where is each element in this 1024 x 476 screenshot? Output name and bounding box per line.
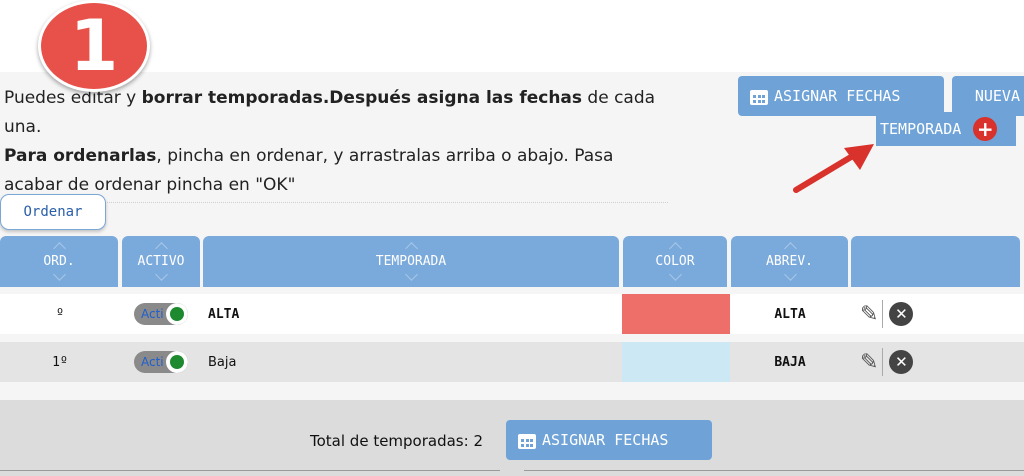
calendar-icon	[518, 431, 536, 449]
toggle-knob	[166, 303, 188, 325]
close-circle-icon[interactable]: ✕	[889, 350, 914, 374]
new-season-button-bottom[interactable]: TEMPORADA +	[876, 112, 1016, 146]
active-toggle-label: Acti	[141, 307, 164, 321]
red-arrow-annotation	[793, 144, 874, 193]
header-temporada[interactable]: TEMPORADA	[203, 236, 619, 287]
row-abrev: BAJA	[774, 354, 806, 370]
active-toggle-label: Acti	[141, 355, 164, 369]
plus-circle-icon: +	[973, 117, 998, 141]
row-activo: Acti	[120, 342, 202, 382]
active-toggle[interactable]: Acti	[134, 303, 188, 325]
assign-dates-label-bottom: ASIGNAR FECHAS	[542, 431, 669, 449]
footer-divider-right	[524, 470, 1024, 471]
row-temporada: Baja	[208, 354, 237, 370]
header-color[interactable]: COLOR	[623, 236, 727, 287]
intro-bold2: Para ordenarlas	[4, 146, 157, 166]
row-ord: º	[56, 306, 64, 322]
row-activo: Acti	[120, 294, 202, 334]
assign-dates-button-bottom[interactable]: ASIGNAR FECHAS	[506, 420, 712, 460]
row-ord: 1º	[52, 354, 68, 370]
new-season-label-2: TEMPORADA	[880, 120, 962, 138]
intro-text: Puedes editar y borrar temporadas.Despué…	[4, 84, 668, 203]
intro-bold1: borrar temporadas.Después asigna las fec…	[141, 88, 583, 108]
total-seasons: Total de temporadas: 2	[310, 432, 483, 450]
step-number-badge: 1	[38, 0, 150, 92]
header-actions	[851, 236, 1020, 287]
calendar-icon	[750, 87, 768, 105]
table-row[interactable]: 1º Acti Baja BAJA ✎ ✕	[0, 342, 1024, 382]
header-ord[interactable]: ORD.	[0, 236, 118, 287]
assign-dates-button-top[interactable]: ASIGNAR FECHAS	[738, 76, 944, 116]
row-color	[622, 294, 730, 334]
color-swatch	[622, 342, 730, 382]
pencil-icon[interactable]: ✎	[860, 350, 878, 375]
row-abrev: ALTA	[774, 306, 806, 322]
header-activo[interactable]: ACTIVO	[122, 236, 200, 287]
table-row[interactable]: º Acti ALTA ALTA ✎ ✕	[0, 294, 1024, 334]
assign-dates-label: ASIGNAR FECHAS	[774, 87, 901, 105]
close-circle-icon[interactable]: ✕	[889, 302, 914, 326]
footer-divider-left	[0, 470, 500, 471]
ordenar-button[interactable]: Ordenar	[0, 194, 106, 230]
intro-part2: editar y	[70, 88, 142, 108]
new-season-label-1: NUEVA	[974, 87, 1020, 105]
row-temporada: ALTA	[208, 306, 240, 322]
divider	[882, 348, 884, 376]
active-toggle[interactable]: Acti	[134, 351, 188, 373]
divider	[882, 300, 884, 328]
row-color	[622, 342, 730, 382]
pencil-icon[interactable]: ✎	[860, 302, 878, 327]
header-abrev[interactable]: ABREV.	[731, 236, 848, 287]
toggle-knob	[166, 351, 188, 373]
row-actions: ✎ ✕	[860, 294, 930, 334]
intro-part1: Puedes	[4, 88, 71, 108]
new-season-button-top[interactable]: NUEVA	[952, 76, 1024, 116]
row-actions: ✎ ✕	[860, 342, 930, 382]
color-swatch	[622, 294, 730, 334]
